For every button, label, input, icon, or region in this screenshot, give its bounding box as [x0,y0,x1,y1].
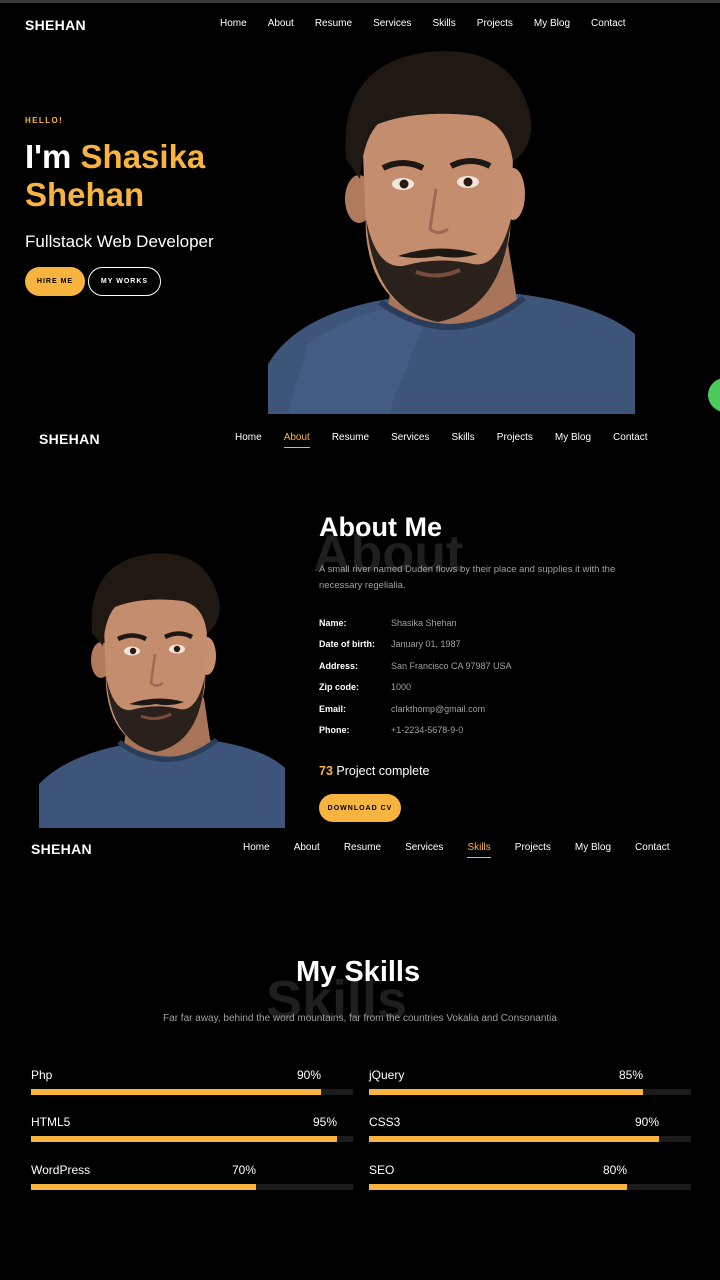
hero-last-name: Shehan [25,176,145,213]
info-label: Email: [319,704,347,714]
nav-links: Home About Resume Services Skills Projec… [235,432,670,448]
nav-blog[interactable]: My Blog [555,432,591,443]
skill-name: HTML5 [31,1115,71,1129]
hero-subtitle: Fullstack Web Developer [25,232,214,251]
about-title: About Me [319,512,442,542]
skill-percent: 85% [619,1068,644,1082]
info-value: 1000 [391,682,412,692]
brand-logo[interactable]: SHEHAN [25,17,86,33]
skill-name: Php [31,1068,53,1082]
skill-percent: 90% [297,1068,322,1082]
nav-projects[interactable]: Projects [515,842,551,853]
skill-fill [369,1136,659,1142]
hero-first-name: Shasika [80,138,206,175]
main-navbar: SHEHAN Home About Resume Services Skills… [0,0,720,40]
nav-about[interactable]: About [283,432,310,448]
skill-name: WordPress [31,1163,91,1177]
skill-percent: 90% [635,1115,660,1129]
nav-blog[interactable]: My Blog [534,18,570,29]
nav-projects[interactable]: Projects [497,432,533,443]
hero-greeting: HELLO! [25,116,64,125]
brand-logo[interactable]: SHEHAN [31,841,92,857]
skill-name: jQuery [369,1068,405,1082]
projects-complete: 73 Project complete [319,764,430,778]
info-label: Address: [319,661,359,671]
nav-home[interactable]: Home [220,18,247,29]
skill-name: SEO [369,1163,395,1177]
about-portrait-image [39,548,285,828]
info-label: Zip code: [319,682,359,692]
info-label: Phone: [319,725,350,735]
skill-fill [369,1184,627,1190]
nav-projects[interactable]: Projects [477,18,513,29]
nav-contact[interactable]: Contact [635,842,669,853]
skill-track [369,1184,691,1190]
about-navbar: SHEHAN Home About Resume Services Skills… [0,418,720,458]
skill-track [31,1184,353,1190]
about-description: A small river named Duden flows by their… [319,564,616,591]
nav-skills[interactable]: Skills [432,18,455,29]
project-count: 73 [319,764,333,778]
skills-navbar: SHEHAN Home About Resume Services Skills… [0,828,720,868]
skill-track [369,1136,691,1142]
nav-links: Home About Resume Services Skills Projec… [243,842,694,858]
skill-percent: 70% [232,1163,257,1177]
project-label: Project complete [336,764,430,778]
info-row-email: Email: clarkthomp@gmail.com [319,704,485,714]
info-label: Name: [319,618,347,628]
skill-percent: 80% [603,1163,628,1177]
nav-home[interactable]: Home [243,842,270,853]
nav-about[interactable]: About [268,18,294,29]
nav-resume[interactable]: Resume [332,432,369,443]
hero-im: I'm [25,138,72,175]
nav-skills[interactable]: Skills [467,842,492,858]
nav-about[interactable]: About [294,842,320,853]
skill-fill [31,1089,321,1095]
info-value: Shasika Shehan [391,618,457,628]
my-works-button[interactable]: MY WORKS [88,267,161,296]
skill-track [369,1089,691,1095]
nav-links: Home About Resume Services Skills Projec… [220,18,647,29]
skills-title: My Skills [296,956,421,988]
info-label: Date of birth: [319,639,375,649]
hire-me-button[interactable]: HIRE ME [25,267,85,296]
nav-contact[interactable]: Contact [613,432,647,443]
nav-services[interactable]: Services [373,18,411,29]
hero-title: I'm Shasika Shehan [25,138,285,214]
download-cv-button[interactable]: DOWNLOAD CV [319,794,401,822]
nav-home[interactable]: Home [235,432,262,443]
nav-skills[interactable]: Skills [451,432,474,443]
skill-fill [369,1089,643,1095]
info-row-dob: Date of birth: January 01, 1987 [319,639,461,649]
nav-blog[interactable]: My Blog [575,842,611,853]
hero-portrait-image [268,44,635,414]
skill-track [31,1089,353,1095]
info-row-phone: Phone: +1-2234-5678-9-0 [319,725,463,735]
nav-resume[interactable]: Resume [315,18,352,29]
nav-services[interactable]: Services [405,842,443,853]
whatsapp-icon[interactable] [708,378,720,412]
info-row-name: Name: Shasika Shehan [319,618,457,628]
info-value: San Francisco CA 97987 USA [391,661,512,671]
brand-logo[interactable]: SHEHAN [39,431,100,447]
skill-fill [31,1184,256,1190]
skill-name: CSS3 [369,1115,401,1129]
info-row-address: Address: San Francisco CA 97987 USA [319,661,512,671]
skill-fill [31,1136,337,1142]
info-row-zip: Zip code: 1000 [319,682,411,692]
skill-track [31,1136,353,1142]
nav-services[interactable]: Services [391,432,429,443]
info-value[interactable]: clarkthomp@gmail.com [391,704,485,714]
info-value[interactable]: +1-2234-5678-9-0 [391,725,463,735]
skill-percent: 95% [313,1115,338,1129]
nav-resume[interactable]: Resume [344,842,381,853]
info-value: January 01, 1987 [391,639,461,649]
nav-contact[interactable]: Contact [591,18,625,29]
skills-description: Far far away, behind the word mountains,… [163,1013,557,1024]
